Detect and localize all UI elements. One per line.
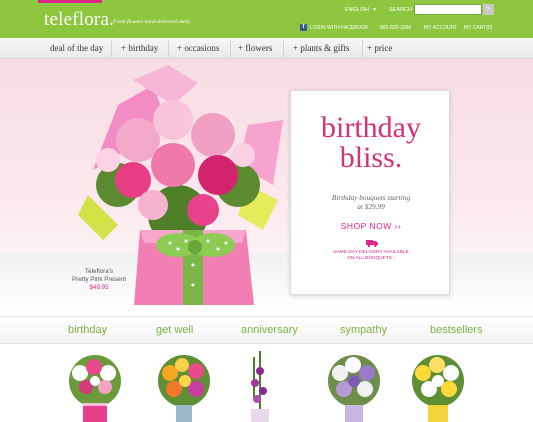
same-day-delivery-line-1[interactable]: SAME-DAY DELIVERY AVAILABLE	[291, 250, 451, 255]
category-birthday[interactable]: birthday	[68, 324, 107, 336]
same-day-delivery-line-2[interactable]: ON ALL BOUQUETS ›	[291, 256, 451, 261]
facebook-icon[interactable]: f	[300, 24, 307, 31]
product-price: $49.95	[89, 284, 109, 291]
product-image-get-well[interactable]	[152, 351, 216, 422]
nav-divider	[362, 40, 363, 57]
product-image-birthday[interactable]	[64, 351, 126, 422]
search-button[interactable]: >	[483, 4, 494, 15]
promo-title-line-1: birthday	[321, 111, 421, 144]
product-image-anniversary[interactable]	[245, 351, 275, 422]
shop-now-link[interactable]: SHOP NOW ››	[291, 221, 451, 231]
product-image-bestsellers[interactable]	[407, 351, 469, 422]
nav-deal-of-the-day[interactable]: deal of the day	[50, 43, 103, 53]
product-image-sympathy[interactable]	[323, 351, 385, 422]
nav-divider	[283, 40, 284, 57]
site-header: teleflora. Fresh flowers hand-delivered …	[0, 0, 533, 38]
search-label: SEARCH	[389, 7, 412, 13]
language-selector[interactable]: ENGLISH ▼	[345, 7, 377, 13]
nav-price[interactable]: + price	[367, 43, 392, 53]
category-get-well[interactable]: get well	[156, 324, 193, 336]
teleflora-logo[interactable]: teleflora.	[44, 9, 114, 31]
category-bestsellers[interactable]: bestsellers	[430, 324, 483, 336]
birthday-promo-card[interactable]: birthday bliss. Birthday bouquets starti…	[290, 90, 450, 295]
nav-divider	[111, 40, 112, 57]
hero-banner: Teleflora's Pretty Pink Present $49.95 b…	[0, 59, 533, 316]
chevron-down-icon: ▼	[372, 7, 378, 13]
product-name-line-1: Teleflora's	[84, 268, 114, 275]
main-nav: deal of the day + birthday + occasions +…	[0, 38, 533, 59]
nav-plants-gifts[interactable]: + plants & gifts	[293, 43, 349, 53]
category-bar: birthday get well anniversary sympathy b…	[0, 316, 533, 344]
my-account-link[interactable]: MY ACCOUNT	[424, 25, 457, 31]
search-input[interactable]	[414, 4, 482, 15]
promo-title-line-2: bliss.	[339, 141, 403, 174]
product-caption[interactable]: Teleflora's Pretty Pink Present $49.95	[40, 268, 158, 292]
product-row	[0, 345, 533, 422]
phone-number: 800-835-3356	[380, 25, 412, 31]
nav-flowers[interactable]: + flowers	[238, 43, 272, 53]
promo-subtitle-line-2: at $29.99	[357, 202, 385, 211]
nav-birthday[interactable]: + birthday	[121, 43, 158, 53]
category-anniversary[interactable]: anniversary	[241, 324, 298, 336]
tagline: Fresh flowers hand-delivered daily.	[113, 19, 192, 25]
nav-occasions[interactable]: + occasions	[177, 43, 219, 53]
truck-icon	[366, 240, 378, 247]
nav-divider	[230, 40, 231, 57]
product-name-line-2: Pretty Pink Present	[72, 276, 126, 283]
category-sympathy[interactable]: sympathy	[340, 324, 387, 336]
my-cart-link[interactable]: MY CART(0)	[464, 25, 492, 31]
header-accent-stripe	[38, 0, 102, 3]
promo-subtitle-line-1: Birthday bouquets starting	[331, 193, 411, 202]
facebook-login-link[interactable]: LOGIN WITH FACEBOOK	[310, 25, 369, 31]
language-label: ENGLISH	[345, 7, 370, 13]
nav-divider	[168, 40, 169, 57]
